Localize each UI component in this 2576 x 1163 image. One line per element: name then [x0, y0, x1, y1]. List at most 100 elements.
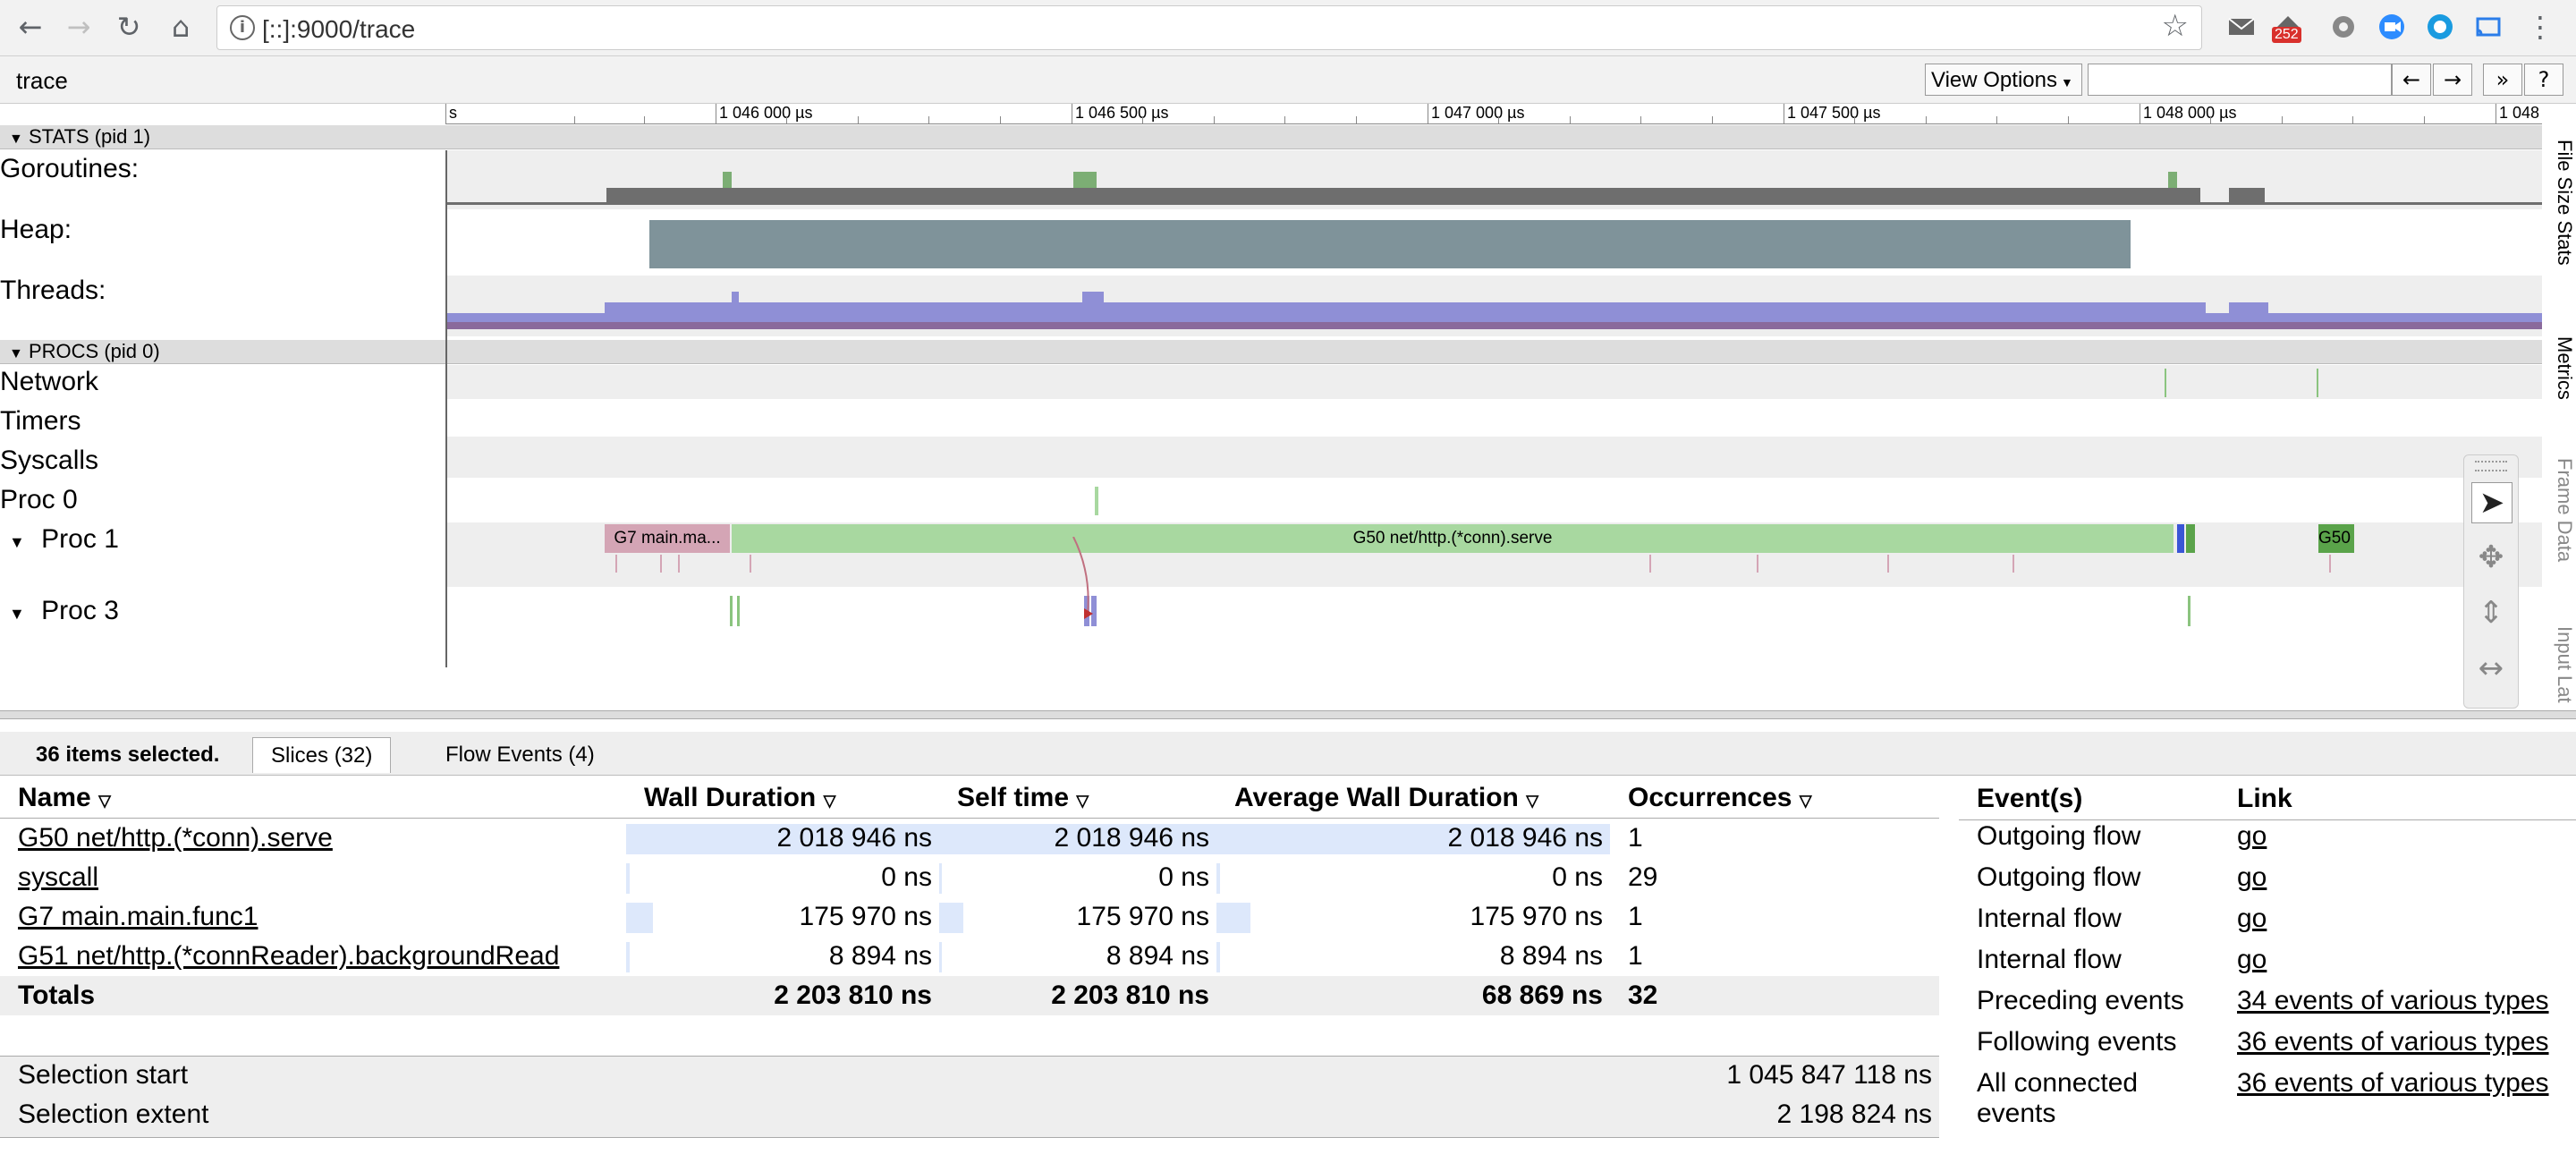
panel-splitter[interactable]: [0, 710, 2576, 719]
forward-arrow-icon[interactable]: →: [61, 9, 97, 45]
network-event[interactable]: [2317, 369, 2318, 397]
threads-track[interactable]: [445, 276, 2542, 336]
timing-tool-icon[interactable]: ↔: [2471, 649, 2511, 688]
bookmark-star-icon[interactable]: ☆: [2162, 8, 2189, 44]
g50-short-slice[interactable]: G50: [2318, 524, 2354, 553]
video-call-icon[interactable]: [2376, 11, 2408, 43]
time-ruler[interactable]: s 1 046 000 µs 1 046 500 µs 1 047 000 µs…: [445, 104, 2542, 124]
proc-1-small-slice[interactable]: [2186, 524, 2195, 553]
find-previous-button[interactable]: ←: [2392, 64, 2431, 96]
goroutine-spike: [2168, 172, 2177, 188]
event-link[interactable]: go: [2237, 945, 2267, 974]
proc-0-slice[interactable]: [1095, 487, 1098, 515]
help-button[interactable]: ?: [2524, 64, 2563, 96]
slice-name-link[interactable]: G50 net/http.(*conn).serve: [0, 819, 626, 859]
column-header-occurrences[interactable]: Occurrences ▽: [1610, 778, 1939, 819]
proc-3-track[interactable]: [445, 587, 2542, 667]
g7-slice[interactable]: G7 main.ma...: [605, 524, 730, 553]
proc-3-slice[interactable]: [737, 596, 740, 626]
event-link[interactable]: go: [2237, 862, 2267, 892]
side-tab-frame-data[interactable]: Frame Data: [2542, 453, 2576, 592]
proc-1-small-slice[interactable]: [2177, 524, 2184, 553]
expand-triangle-icon[interactable]: ▼: [9, 605, 25, 623]
ruler-minor-tick: [858, 116, 859, 123]
procs-section-header[interactable]: ▼ PROCS (pid 0): [0, 340, 2542, 364]
side-tab-file-size-stats[interactable]: File Size Stats: [2542, 134, 2576, 301]
slice-name-link[interactable]: G51 net/http.(*connReader).backgroundRea…: [0, 937, 626, 976]
stats-section-header[interactable]: ▼ STATS (pid 1): [0, 125, 2542, 149]
table-row[interactable]: G50 net/http.(*conn).serve 2 018 946 ns …: [0, 819, 1939, 859]
flow-arrow[interactable]: [1055, 537, 1109, 626]
cast-icon[interactable]: [2472, 11, 2504, 43]
home-icon[interactable]: ⌂: [163, 9, 199, 45]
selection-tool-icon[interactable]: ➤: [2471, 482, 2512, 523]
tab-slices[interactable]: Slices (32): [252, 737, 392, 773]
syscall-marker[interactable]: [1757, 555, 1758, 573]
proc-1-track[interactable]: G7 main.ma... G50 net/http.(*conn).serve…: [445, 522, 2542, 587]
circle-extension-icon[interactable]: [2424, 11, 2456, 43]
column-header-average-wall-duration[interactable]: Average Wall Duration ▽: [1216, 778, 1610, 819]
event-link[interactable]: 36 events of various types: [2237, 1027, 2549, 1057]
row-label-threads: Threads:: [0, 276, 106, 305]
ruler-minor-tick: [1142, 116, 1143, 123]
row-label-network: Network: [0, 367, 99, 396]
network-track[interactable]: [445, 365, 2542, 399]
pan-tool-icon[interactable]: ✥: [2471, 538, 2511, 577]
mail-icon[interactable]: [2225, 11, 2258, 43]
table-row[interactable]: G51 net/http.(*connReader).backgroundRea…: [0, 937, 1939, 976]
proc-3-slice[interactable]: [2188, 596, 2190, 626]
column-header-name[interactable]: Name ▽: [0, 778, 626, 819]
column-header-wall-duration[interactable]: Wall Duration ▽: [626, 778, 939, 819]
tab-flow-events[interactable]: Flow Events (4): [428, 737, 613, 773]
syscalls-track[interactable]: [445, 437, 2542, 478]
find-next-button[interactable]: →: [2433, 64, 2472, 96]
syscall-marker[interactable]: [660, 555, 662, 573]
row-label-proc-3[interactable]: ▼ Proc 3: [0, 596, 445, 626]
address-bar[interactable]: i [::]:9000/trace ☆: [216, 5, 2202, 50]
proc-3-slice[interactable]: [730, 596, 733, 626]
back-arrow-icon[interactable]: ←: [13, 9, 48, 45]
event-link[interactable]: 36 events of various types: [2237, 1068, 2549, 1098]
notification-extension-icon[interactable]: 252: [2272, 11, 2304, 43]
syscall-marker[interactable]: [750, 555, 751, 573]
syscall-marker[interactable]: [2329, 555, 2331, 573]
column-header-self-time[interactable]: Self time ▽: [939, 778, 1216, 819]
side-tab-input-latency[interactable]: Input Lat: [2542, 621, 2576, 716]
heap-track[interactable]: [445, 209, 2542, 276]
timers-track[interactable]: [445, 399, 2542, 435]
zoom-tool-icon[interactable]: ⇕: [2471, 593, 2511, 632]
search-input[interactable]: [2088, 64, 2392, 96]
syscall-marker[interactable]: [615, 555, 617, 573]
row-label-proc-1[interactable]: ▼ Proc 1: [0, 524, 445, 555]
row-label-syscalls: Syscalls: [0, 446, 99, 475]
collapse-triangle-icon[interactable]: ▼: [9, 346, 23, 361]
g50-serve-slice[interactable]: G50 net/http.(*conn).serve: [732, 524, 2174, 553]
slice-name-link[interactable]: G7 main.main.func1: [0, 897, 626, 937]
goroutines-track[interactable]: [445, 150, 2542, 209]
slice-name-link[interactable]: syscall: [0, 858, 626, 897]
syscall-marker[interactable]: [1887, 555, 1889, 573]
event-link[interactable]: go: [2237, 904, 2267, 933]
network-event[interactable]: [2165, 369, 2166, 397]
settings-gear-icon[interactable]: [2327, 11, 2360, 43]
proc-0-track[interactable]: [445, 478, 2542, 522]
syscall-marker[interactable]: [1649, 555, 1651, 573]
avg-duration-bar: [1216, 863, 1221, 894]
expand-triangle-icon[interactable]: ▼: [9, 533, 25, 551]
table-row[interactable]: syscall 0 ns 0 ns 0 ns 29: [0, 858, 1939, 897]
view-options-button[interactable]: View Options ▼: [1925, 64, 2082, 96]
event-link[interactable]: 34 events of various types: [2237, 986, 2549, 1015]
collapse-triangle-icon[interactable]: ▼: [9, 132, 23, 147]
more-button[interactable]: »: [2483, 64, 2522, 96]
ruler-minor-tick: [1214, 116, 1215, 123]
side-tab-metrics[interactable]: Metrics: [2542, 331, 2576, 435]
totals-self: 2 203 810 ns: [939, 976, 1216, 1015]
syscall-marker[interactable]: [678, 555, 680, 573]
reload-icon[interactable]: ↻: [111, 9, 147, 45]
palette-drag-handle[interactable]: [2475, 461, 2507, 471]
table-row[interactable]: G7 main.main.func1 175 970 ns 175 970 ns…: [0, 897, 1939, 937]
info-icon[interactable]: i: [230, 15, 255, 40]
syscall-marker[interactable]: [2012, 555, 2014, 573]
browser-menu-icon[interactable]: ⋮: [2526, 9, 2555, 45]
event-link[interactable]: go: [2237, 821, 2267, 851]
